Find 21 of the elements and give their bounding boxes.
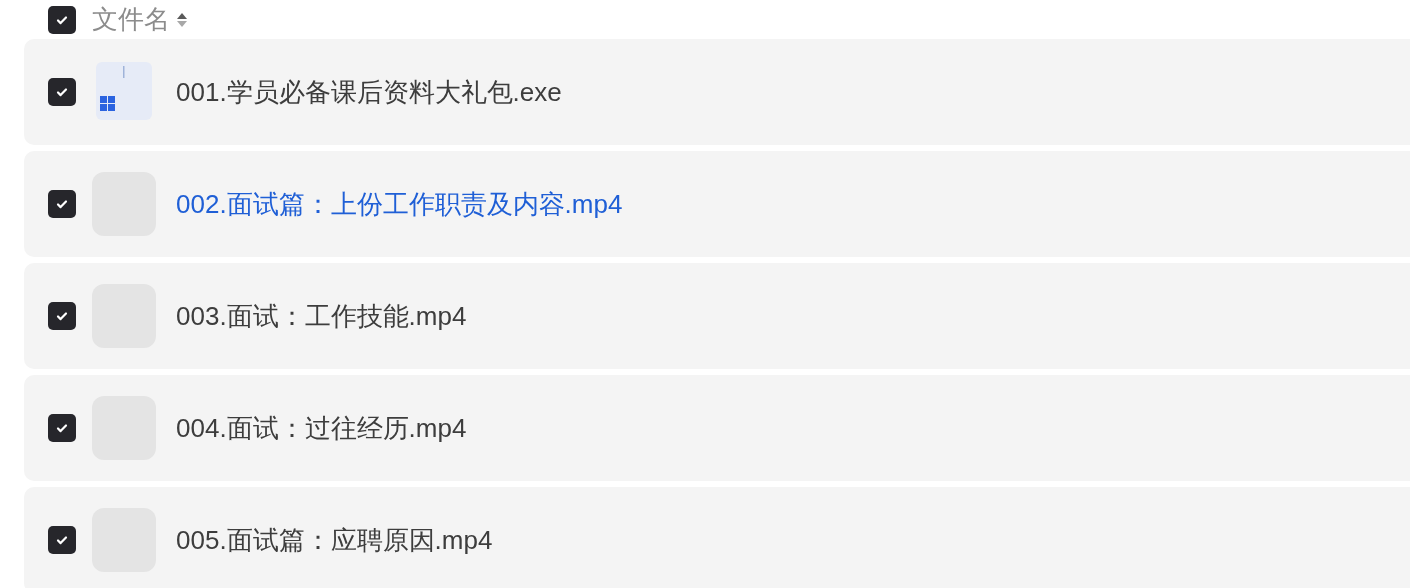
checkbox[interactable] [48,78,76,106]
file-name[interactable]: 005.面试篇：应聘原因.mp4 [176,520,493,560]
file-row[interactable]: 004.面试：过往经历.mp4 [24,375,1410,481]
file-name[interactable]: 002.面试篇：上份工作职责及内容.mp4 [176,184,623,224]
checkbox[interactable] [48,302,76,330]
file-row[interactable]: 003.面试：工作技能.mp4 [24,263,1410,369]
checkmark-icon [55,85,69,99]
checkbox[interactable] [48,414,76,442]
checkmark-icon [55,197,69,211]
checkmark-icon [55,421,69,435]
checkmark-icon [55,309,69,323]
file-row[interactable]: 001.学员必备课后资料大礼包.exe [24,39,1410,145]
file-row[interactable]: 005.面试篇：应聘原因.mp4 [24,487,1410,588]
checkmark-icon [55,533,69,547]
file-row[interactable]: 002.面试篇：上份工作职责及内容.mp4 [24,151,1410,257]
file-name[interactable]: 001.学员必备课后资料大礼包.exe [176,72,562,112]
file-name[interactable]: 004.面试：过往经历.mp4 [176,408,467,448]
checkbox[interactable] [48,190,76,218]
checkbox[interactable] [48,526,76,554]
checkbox[interactable] [48,5,76,34]
file-name[interactable]: 003.面试：工作技能.mp4 [176,296,467,336]
